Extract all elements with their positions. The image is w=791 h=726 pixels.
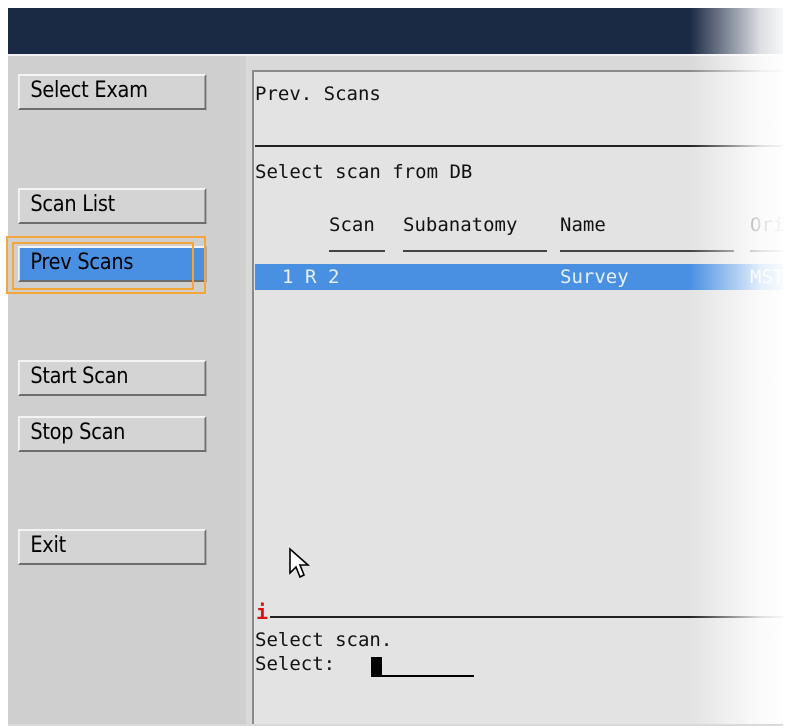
row-name: Survey — [560, 266, 629, 288]
select-exam-button[interactable]: Select Exam — [18, 74, 207, 110]
column-header-subanatomy[interactable]: Subanatomy — [403, 214, 517, 236]
input-field[interactable] — [382, 675, 474, 677]
row-flag: R — [305, 266, 317, 288]
column-underline — [403, 250, 547, 252]
text-cursor[interactable] — [371, 657, 382, 677]
console-prompt: Select: — [255, 653, 336, 675]
title-bar — [8, 8, 783, 54]
focus-highlight-inner — [12, 242, 194, 290]
table-row[interactable]: 1 R 2 Survey MST — [255, 264, 785, 290]
row-index: 1 — [282, 266, 294, 288]
scan-list-button[interactable]: Scan List — [18, 188, 207, 224]
row-scan: 2 — [328, 266, 340, 288]
console-separator — [270, 616, 783, 618]
column-header-scan[interactable]: Scan — [329, 214, 375, 236]
column-underline — [329, 250, 385, 252]
row-ori: MST — [750, 266, 785, 288]
panel-separator — [255, 145, 783, 147]
info-icon: i — [256, 600, 269, 624]
panel-subtitle: Select scan from DB — [255, 161, 473, 183]
console-message: Select scan. — [255, 629, 393, 651]
mouse-pointer-icon — [289, 547, 311, 579]
panel-title: Prev. Scans — [255, 83, 381, 105]
column-underline — [560, 250, 734, 252]
column-header-name[interactable]: Name — [560, 214, 606, 236]
start-scan-button[interactable]: Start Scan — [18, 360, 207, 396]
column-header-ori[interactable]: Ori — [750, 214, 784, 236]
column-underline — [750, 250, 783, 252]
exit-button[interactable]: Exit — [18, 529, 207, 565]
stop-scan-button[interactable]: Stop Scan — [18, 416, 207, 452]
